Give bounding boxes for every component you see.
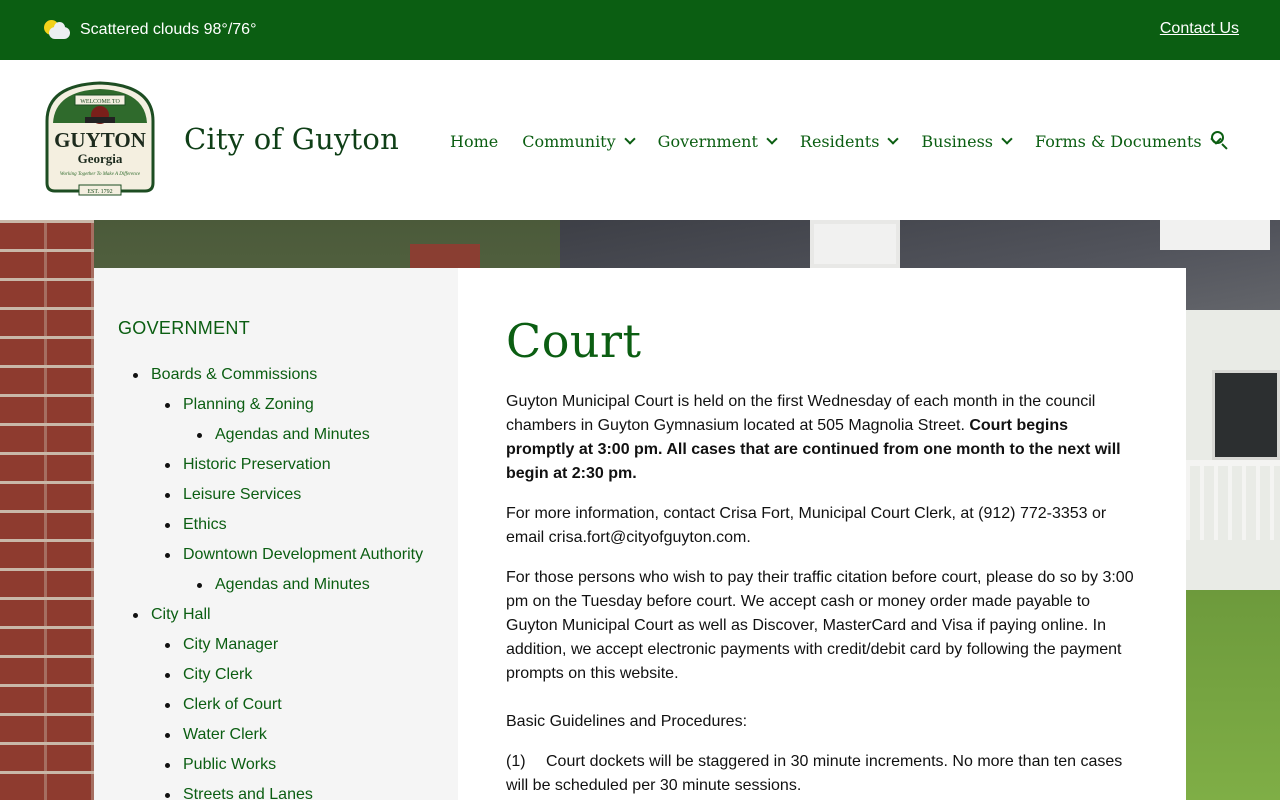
sidebar-item[interactable]: Downtown Development Authority	[118, 543, 434, 573]
weather-text: Scattered clouds 98°/76°	[80, 21, 257, 38]
contact-us-link[interactable]: Contact Us	[1160, 20, 1239, 38]
partly-cloudy-icon	[44, 18, 72, 42]
sidebar-item[interactable]: City Hall	[118, 603, 434, 633]
sidebar-item[interactable]: Agendas and Minutes	[118, 423, 434, 453]
nav-home[interactable]: Home	[450, 132, 498, 151]
section-sidebar: GOVERNMENT Boards & Commissions Planning …	[94, 268, 458, 800]
svg-text:GUYTON: GUYTON	[54, 128, 146, 152]
weather-widget: Scattered clouds 98°/76°	[44, 18, 256, 42]
city-seal-logo[interactable]: WELCOME TO GUYTON Georgia Working Togeth…	[41, 81, 159, 199]
sidebar-item[interactable]: Streets and Lanes	[118, 783, 434, 800]
payment-info-paragraph: For those persons who wish to pay their …	[506, 569, 1134, 682]
sidebar-item[interactable]: Agendas and Minutes	[118, 573, 434, 603]
sidebar-item[interactable]: City Manager	[118, 633, 434, 663]
guideline-item: (1) Court dockets will be staggered in 30…	[506, 753, 1123, 794]
site-header: WELCOME TO GUYTON Georgia Working Togeth…	[0, 60, 1280, 220]
svg-text:EST. 1792: EST. 1792	[87, 189, 112, 195]
sidebar-item[interactable]: Boards & Commissions	[118, 363, 434, 393]
chevron-down-icon	[1001, 133, 1013, 145]
site-title[interactable]: City of Guyton	[184, 122, 399, 156]
guidelines-heading: Basic Guidelines and Procedures:	[506, 713, 748, 730]
sidebar-item[interactable]: Water Clerk	[118, 723, 434, 753]
nav-business[interactable]: Business	[921, 132, 1013, 151]
sidebar-item[interactable]: City Clerk	[118, 663, 434, 693]
search-icon[interactable]	[1211, 131, 1229, 150]
contact-info-paragraph: For more information, contact Crisa Fort…	[506, 505, 1107, 546]
svg-text:Working Together To Make A Dif: Working Together To Make A Difference	[60, 172, 141, 177]
sidebar-item[interactable]: Leisure Services	[118, 483, 434, 513]
nav-forms-documents[interactable]: Forms & Documents	[1035, 132, 1222, 151]
sidebar-item[interactable]: Planning & Zoning	[118, 393, 434, 423]
main-content: Court Guyton Municipal Court is held on …	[458, 268, 1186, 800]
chevron-down-icon	[887, 133, 900, 145]
sidebar-item[interactable]: Historic Preservation	[118, 453, 434, 483]
svg-text:Georgia: Georgia	[78, 151, 123, 166]
sidebar-heading[interactable]: GOVERNMENT	[118, 318, 434, 339]
sidebar-item[interactable]: Ethics	[118, 513, 434, 543]
nav-residents[interactable]: Residents	[800, 132, 900, 151]
page-title: Court	[506, 314, 642, 368]
sidebar-menu: Boards & Commissions Planning & Zoning Age…	[118, 363, 434, 800]
svg-text:WELCOME TO: WELCOME TO	[80, 99, 120, 105]
chevron-down-icon	[623, 133, 636, 145]
guidelines-list: (1) Court dockets will be staggered in 30…	[506, 750, 1138, 798]
top-bar: Scattered clouds 98°/76° Contact Us	[0, 0, 1280, 60]
sidebar-item[interactable]: Clerk of Court	[118, 693, 434, 723]
sidebar-item[interactable]: Public Works	[118, 753, 434, 783]
chevron-down-icon	[766, 133, 778, 145]
nav-government[interactable]: Government	[658, 132, 778, 151]
main-nav: Home Community Government Residents Busi…	[450, 130, 1244, 152]
court-schedule-paragraph: Guyton Municipal Court is held on the fi…	[506, 393, 1121, 482]
nav-community[interactable]: Community	[522, 132, 636, 151]
